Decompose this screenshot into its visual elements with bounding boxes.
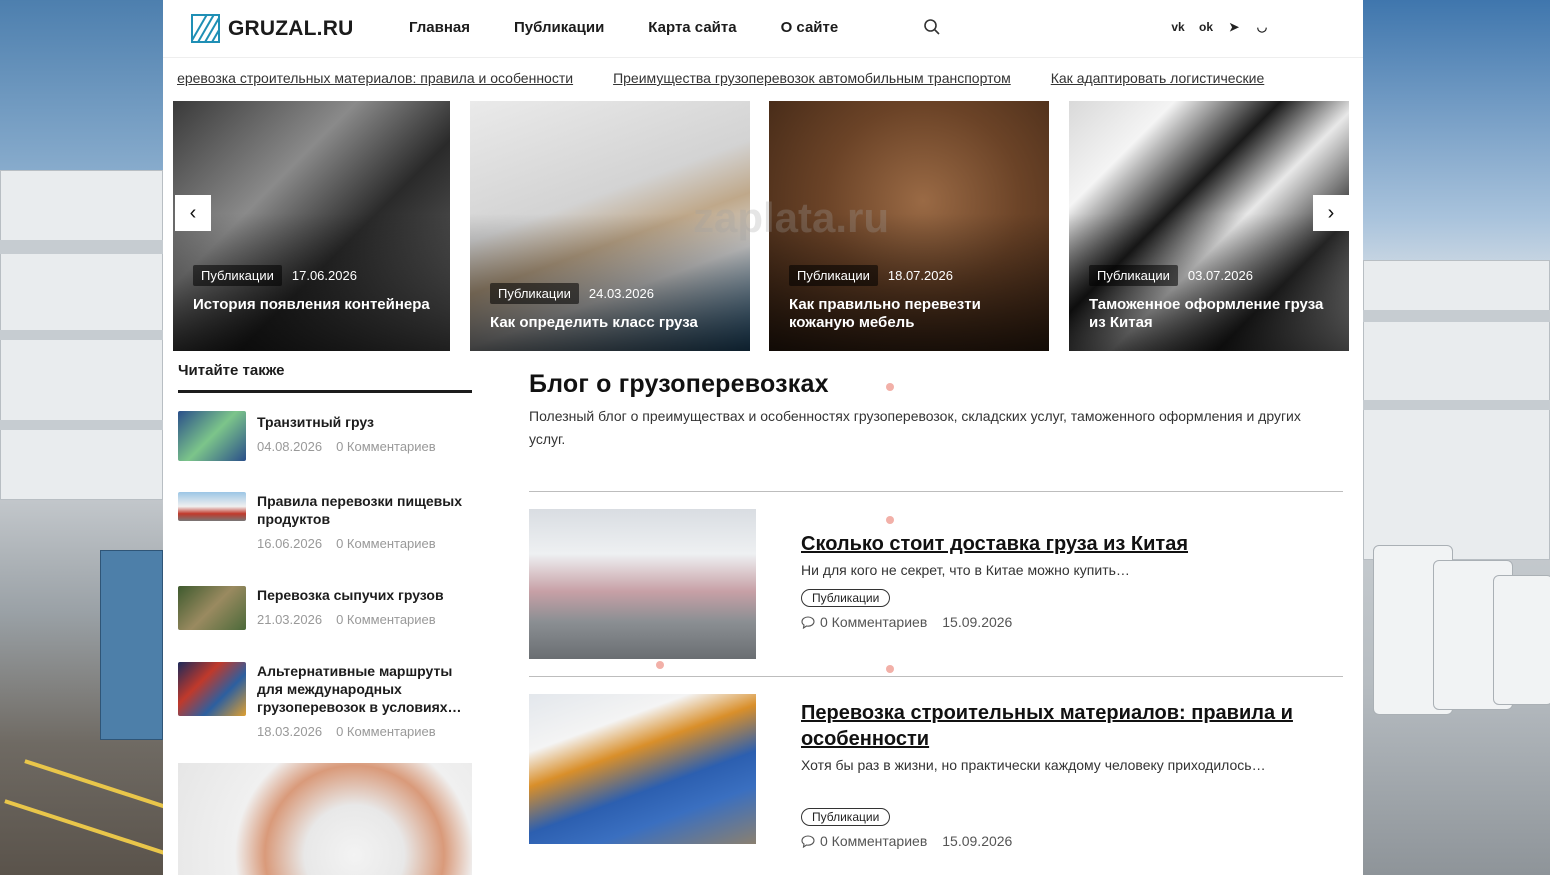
post-category-tag[interactable]: Публикации <box>801 589 891 607</box>
post-comments[interactable]: 0 Комментариев <box>801 614 927 630</box>
sidebar-item-comments[interactable]: 0 Комментариев <box>336 439 436 454</box>
ticker-link[interactable]: Как адаптировать логистические <box>1051 70 1265 86</box>
sidebar-featured-image[interactable] <box>178 763 472 875</box>
site-logo[interactable]: GRUZAL.RU <box>191 14 353 43</box>
post-divider <box>529 676 1343 677</box>
chevron-right-icon: › <box>1327 201 1335 224</box>
slide-title[interactable]: Таможенное оформление груза из Китая <box>1089 296 1329 332</box>
slider-prev-button[interactable]: ‹ <box>175 195 211 231</box>
slide-title[interactable]: Как определить класс груза <box>490 314 730 332</box>
sidebar-item-comments[interactable]: 0 Комментариев <box>336 724 436 739</box>
news-ticker: Перевозка строительных материалов: прави… <box>177 60 1349 96</box>
slide-category[interactable]: Публикации <box>193 265 282 286</box>
sidebar-item-title[interactable]: Альтернативные маршруты для международны… <box>257 662 472 716</box>
slide-category[interactable]: Публикации <box>789 265 878 286</box>
watermark-dot <box>656 661 664 669</box>
watermark-dot <box>886 516 894 524</box>
page-container: GRUZAL.RU Главная Публикации Карта сайта… <box>163 0 1363 875</box>
mail-icon[interactable]: ◡ <box>1255 19 1269 35</box>
slide-category[interactable]: Публикации <box>490 283 579 304</box>
ticker-link[interactable]: Преимущества грузоперевозок автомобильны… <box>613 70 1011 86</box>
page-description: Полезный блог о преимуществах и особенно… <box>529 408 1301 447</box>
comment-icon <box>801 834 815 848</box>
sidebar-item-title[interactable]: Правила перевозки пищевых продуктов <box>257 492 472 528</box>
post-divider <box>529 491 1343 492</box>
featured-slider: Публикации 17.06.2026 История появления к… <box>173 101 1349 351</box>
nav-publications[interactable]: Публикации <box>514 19 604 36</box>
post-comments[interactable]: 0 Комментариев <box>801 833 927 849</box>
main-content: Блог о грузоперевозках Полезный блог о п… <box>529 370 1343 849</box>
slide-category[interactable]: Публикации <box>1089 265 1178 286</box>
slide-card[interactable]: Публикации 24.03.2026 Как определить клас… <box>470 101 750 351</box>
slide-card[interactable]: Публикации 03.07.2026 Таможенное оформлен… <box>1069 101 1349 351</box>
nav-about[interactable]: О сайте <box>781 19 839 36</box>
chevron-left-icon: ‹ <box>189 201 197 224</box>
sidebar-item-date: 16.06.2026 <box>257 536 323 551</box>
logo-icon <box>191 14 220 43</box>
sidebar-thumb[interactable] <box>178 492 246 521</box>
post-title[interactable]: Перевозка строительных материалов: прави… <box>801 700 1321 752</box>
slide-title[interactable]: Как правильно перевезти кожаную мебель <box>789 296 1029 332</box>
sidebar-item-date: 18.03.2026 <box>257 724 323 739</box>
post-image[interactable] <box>529 694 756 844</box>
main-nav: Главная Публикации Карта сайта О сайте <box>409 19 838 36</box>
post-image[interactable] <box>529 509 756 659</box>
post-comments-count: 0 Комментариев <box>820 614 928 630</box>
sidebar-item-title[interactable]: Транзитный груз <box>257 413 472 431</box>
slide-card[interactable]: Публикации 17.06.2026 История появления к… <box>173 101 450 351</box>
vk-icon[interactable]: vk <box>1171 19 1185 35</box>
background-right <box>1363 0 1550 875</box>
slide-date: 24.03.2026 <box>588 286 654 301</box>
sidebar-item-title[interactable]: Перевозка сыпучих грузов <box>257 586 472 604</box>
sidebar-item-comments[interactable]: 0 Комментариев <box>336 612 436 627</box>
search-icon[interactable] <box>923 18 941 36</box>
watermark-dot <box>886 665 894 673</box>
slide-date: 17.06.2026 <box>291 268 357 283</box>
sidebar-thumb[interactable] <box>178 662 246 716</box>
nav-home[interactable]: Главная <box>409 19 470 36</box>
site-header: GRUZAL.RU Главная Публикации Карта сайта… <box>163 0 1363 58</box>
post-date: 15.09.2026 <box>942 833 1013 849</box>
slide-card[interactable]: Публикации 18.07.2026 Как правильно перев… <box>769 101 1049 351</box>
page-title: Блог о грузоперевозках <box>529 370 829 398</box>
sidebar-item-date: 21.03.2026 <box>257 612 323 627</box>
odnoklassniki-icon[interactable]: ok <box>1199 19 1213 35</box>
ticker-link[interactable]: Перевозка строительных материалов: прави… <box>177 70 573 86</box>
sidebar-title: Читайте также <box>178 362 472 393</box>
post-date: 15.09.2026 <box>942 614 1013 630</box>
post-title[interactable]: Сколько стоит доставка груза из Китая <box>801 531 1321 557</box>
sidebar-thumb[interactable] <box>178 586 246 630</box>
background-left <box>0 0 163 875</box>
slide-title[interactable]: История появления контейнера <box>193 296 430 314</box>
logo-text: GRUZAL.RU <box>228 16 354 40</box>
post-comments-count: 0 Комментариев <box>820 833 928 849</box>
post-excerpt: Ни для кого не секрет, что в Китае можно… <box>801 562 1130 578</box>
slider-next-button[interactable]: › <box>1313 195 1349 231</box>
social-links: vk ok ➤ ◡ <box>1171 19 1269 35</box>
sidebar-thumb[interactable] <box>178 411 246 461</box>
comment-icon <box>801 615 815 629</box>
post-excerpt: Хотя бы раз в жизни, но практически кажд… <box>801 757 1266 773</box>
post-category-tag[interactable]: Публикации <box>801 808 891 826</box>
slide-date: 18.07.2026 <box>887 268 953 283</box>
sidebar-item-date: 04.08.2026 <box>257 439 323 454</box>
sidebar-read-also: Читайте также Транзитный груз 04.08.2026… <box>178 362 472 875</box>
telegram-icon[interactable]: ➤ <box>1227 19 1241 35</box>
watermark-dot <box>886 383 894 391</box>
nav-sitemap[interactable]: Карта сайта <box>648 19 736 36</box>
sidebar-item-comments[interactable]: 0 Комментариев <box>336 536 436 551</box>
slide-date: 03.07.2026 <box>1187 268 1253 283</box>
